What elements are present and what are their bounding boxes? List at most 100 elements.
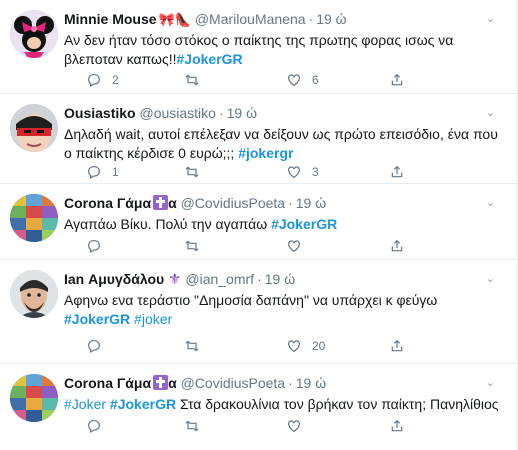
share-button[interactable] (389, 238, 405, 254)
reply-button[interactable]: 2 (86, 72, 119, 88)
tweet-text-body: Αγαπάω Βίκυ. Πολύ την αγαπάω (64, 216, 268, 232)
cross-emoji (153, 375, 169, 390)
chevron-down-icon[interactable]: ⌄ (486, 104, 495, 122)
reply-button[interactable] (86, 338, 102, 354)
avatar[interactable] (10, 194, 58, 242)
retweet-icon (185, 166, 199, 178)
heart-icon (288, 340, 300, 353)
fleur-de-lis-emoji: ⚜ (168, 271, 182, 288)
hashtag[interactable]: #JokerGR (271, 216, 337, 232)
tweet-header: Corona Γάμα α @CovidiusPoeta · 19 ώ ⌄ (64, 374, 495, 392)
user-handle[interactable]: @CovidiusPoeta (181, 375, 286, 391)
tweet[interactable]: Corona Γάμα α @CovidiusPoeta · 19 ώ ⌄ #Joke… (0, 364, 517, 450)
timestamp[interactable]: 19 ώ (296, 375, 326, 391)
tweet-text-body: Στα δρακουλίνια τον βρήκαν τον παίκτη; Π… (179, 396, 499, 412)
heart-icon (288, 166, 300, 179)
heart-icon (288, 240, 300, 253)
display-name[interactable]: Corona Γάμα α (64, 375, 177, 391)
reply-button[interactable]: 1 (86, 164, 119, 180)
tweet-text: Αν δεν ήταν τόσο στόκος ο παίκτης της πρ… (64, 31, 507, 69)
heart-icon (288, 420, 300, 433)
user-handle[interactable]: @ousiastiko (139, 105, 215, 121)
like-button[interactable] (286, 238, 302, 254)
like-count: 6 (312, 73, 319, 87)
user-handle[interactable]: @MarilouManena (195, 11, 306, 27)
reply-button[interactable] (86, 418, 102, 434)
display-name[interactable]: Ian Αμυγδάλου (64, 271, 164, 287)
share-button[interactable] (389, 338, 405, 354)
avatar[interactable] (10, 270, 58, 318)
share-button[interactable] (389, 418, 405, 434)
reply-icon (88, 74, 100, 88)
tweet[interactable]: Ousiastiko @ousiastiko · 19 ώ ⌄ Δηλαδή wai… (0, 94, 517, 184)
display-name[interactable]: Minnie Mouse (64, 11, 157, 27)
like-button[interactable]: 6 (286, 72, 319, 88)
retweet-icon (185, 340, 199, 352)
tweet-text-body: Αν δεν ήταν τόσο στόκος ο παίκτης της πρ… (64, 32, 454, 67)
hashtag[interactable]: #Joker (64, 396, 106, 412)
share-icon (391, 73, 403, 86)
reply-icon (88, 420, 100, 434)
chevron-down-icon[interactable]: ⌄ (486, 270, 495, 288)
heart-icon (288, 74, 300, 87)
avatar[interactable] (10, 10, 58, 58)
share-button[interactable] (389, 164, 405, 180)
avatar[interactable] (10, 374, 58, 422)
chevron-down-icon[interactable]: ⌄ (486, 10, 495, 28)
tweet-actions (64, 418, 514, 434)
reply-icon (88, 166, 100, 180)
share-icon (391, 339, 403, 352)
hashtag[interactable]: #joker (134, 311, 172, 327)
like-button[interactable]: 20 (286, 338, 325, 354)
share-icon (391, 419, 403, 432)
tweet[interactable]: Corona Γάμα α @CovidiusPoeta · 19 ώ ⌄ Αγαπά… (0, 184, 517, 260)
hashtag[interactable]: #JokerGR (64, 311, 130, 327)
hashtag[interactable]: #JokerGR (110, 396, 176, 412)
reply-count: 1 (112, 165, 119, 179)
retweet-button[interactable] (184, 418, 200, 434)
tweet-header: Minnie Mouse 🎀👠 @MarilouManena · 19 ώ ⌄ (64, 10, 495, 28)
tweet-text-body: Αφηνω ενα τεράστιο "Δημοσία δαπάνη" να υ… (64, 292, 438, 308)
tweet-actions: 1 3 (64, 164, 514, 180)
chevron-down-icon[interactable]: ⌄ (486, 374, 495, 392)
retweet-button[interactable] (184, 338, 200, 354)
like-count: 20 (312, 339, 326, 353)
tweet-text: Αγαπάω Βίκυ. Πολύ την αγαπάω #JokerGR (64, 215, 507, 234)
avatar[interactable] (10, 104, 58, 152)
display-name[interactable]: Corona Γάμα α (64, 195, 177, 211)
retweet-button[interactable] (184, 164, 200, 180)
like-button[interactable] (286, 418, 302, 434)
tweet-header: Ian Αμυγδάλου ⚜ @ian_omrf · 19 ώ ⌄ (64, 270, 495, 288)
timestamp[interactable]: 19 ώ (316, 11, 346, 27)
share-button[interactable] (389, 72, 405, 88)
like-count: 3 (312, 165, 319, 179)
reply-count: 2 (112, 73, 119, 87)
tweet-actions (64, 238, 514, 254)
bow-heels-emoji: 🎀👠 (158, 12, 191, 27)
retweet-icon (185, 240, 199, 252)
tweet-text: Αφηνω ενα τεράστιο "Δημοσία δαπάνη" να υ… (64, 291, 507, 329)
tweet-feed: Minnie Mouse 🎀👠 @MarilouManena · 19 ώ ⌄ Αν … (0, 0, 518, 450)
user-handle[interactable]: @ian_omrf (185, 271, 254, 287)
tweet-actions: 2 6 (64, 72, 514, 88)
timestamp[interactable]: 19 ώ (296, 195, 326, 211)
timestamp[interactable]: 19 ώ (265, 271, 295, 287)
cross-emoji (153, 195, 169, 210)
reply-button[interactable] (86, 238, 102, 254)
display-name[interactable]: Ousiastiko (64, 105, 136, 121)
tweet-header: Ousiastiko @ousiastiko · 19 ώ ⌄ (64, 104, 495, 122)
retweet-button[interactable] (184, 72, 200, 88)
reply-icon (88, 240, 100, 254)
user-handle[interactable]: @CovidiusPoeta (181, 195, 286, 211)
tweet[interactable]: Minnie Mouse 🎀👠 @MarilouManena · 19 ώ ⌄ Αν … (0, 0, 517, 94)
retweet-button[interactable] (184, 238, 200, 254)
timestamp[interactable]: 19 ώ (227, 105, 257, 121)
hashtag[interactable]: #jokergr (238, 145, 293, 161)
tweet[interactable]: Ian Αμυγδάλου ⚜ @ian_omrf · 19 ώ ⌄ Αφηνω ε… (0, 260, 517, 364)
hashtag[interactable]: #JokerGR (177, 51, 243, 67)
retweet-icon (185, 74, 199, 86)
chevron-down-icon[interactable]: ⌄ (486, 194, 495, 212)
retweet-icon (185, 420, 199, 432)
like-button[interactable]: 3 (286, 164, 319, 180)
tweet-actions: 20 (64, 338, 514, 354)
